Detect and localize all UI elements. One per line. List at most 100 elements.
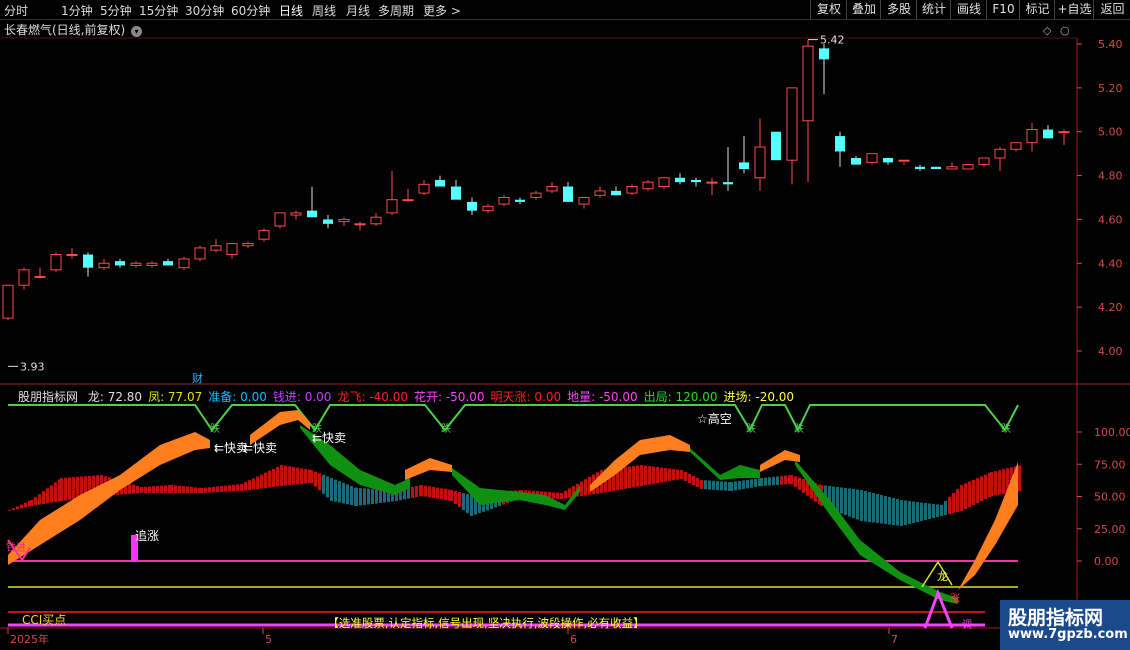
candle-body [530,192,542,199]
watermark-title: 股朋指标网 [1008,607,1104,629]
diamond-icon: ◇ [1043,24,1052,37]
band-bar [276,466,279,487]
band-bar [994,471,997,496]
orange-ribbon-5 [760,450,800,472]
band-bar [280,465,283,486]
band-bar [12,508,15,511]
band-bar [170,485,173,493]
band-bar [998,470,1001,495]
band-bar [38,494,41,505]
band-bar [30,500,33,506]
band-bar [704,480,707,490]
band-bar [746,479,749,489]
band-bar [76,476,79,499]
band-bar [292,467,295,485]
band-bar [148,486,151,493]
band-bar [128,483,131,494]
band-bar [840,487,843,514]
cai-label: 财 [192,371,203,385]
candle-body [706,181,718,184]
band-bar [730,482,733,491]
band-bar [136,485,139,494]
band-bar [584,479,587,496]
price-label-1: 5.20 [1098,82,1123,95]
band-bar [375,489,378,504]
band-bar [244,482,247,491]
band-bar [424,485,427,497]
band-bar [24,502,27,508]
candle-body [66,254,78,257]
qian-label: 钱进 [6,541,26,554]
band-bar [984,474,987,499]
candle-body [402,199,414,202]
band-bar [314,471,317,487]
indicator-value-7: 地量: -50.00 [567,390,638,404]
band-bar [440,488,443,500]
band-bar [684,472,687,481]
watermark-url: www.7gpzb.com [1008,627,1128,642]
zhuizhang-label: 追涨 [135,528,159,543]
band-bar [260,474,263,489]
candle-body [594,190,606,196]
ind-axis-label-1: 75.00 [1094,458,1126,471]
band-bar [672,469,675,481]
band-bar [696,478,699,487]
band-bar [444,489,447,500]
band-bar [784,475,787,485]
band-bar [72,477,75,500]
candle-body [435,179,445,187]
band-bar [204,487,207,493]
band-bar [240,484,243,491]
band-bar [458,492,461,507]
band-bar [640,465,643,486]
band-bar [916,502,919,522]
candle-body [642,181,654,190]
band-bar [326,476,329,498]
band-bar [34,497,37,506]
band-bar [668,468,671,482]
candle-body [739,162,749,169]
band-bar [1002,469,1005,494]
candle-body [754,146,766,179]
band-bar [50,485,53,503]
band-bar [896,499,899,526]
candle-body [898,159,910,162]
band-bar [660,467,663,483]
band-bar [556,492,559,499]
band-bar [304,469,307,484]
band-bar [964,483,967,509]
band-bar [836,487,839,512]
band-bar [1018,465,1021,492]
band-bar [224,485,227,492]
band-bar [355,488,358,506]
candle-body [242,243,254,247]
band-bar [712,480,715,490]
candle-body [978,157,990,166]
band-bar [300,468,303,484]
candle-body [146,262,158,266]
band-bar [960,485,963,511]
band-bar [60,478,63,501]
band-bar [948,497,951,514]
candle-body [98,262,110,269]
candle-body [307,210,317,218]
band-bar [186,486,189,493]
band-bar [42,491,45,504]
band-bar [232,484,235,492]
candle-body [691,179,701,183]
price-label-6: 4.20 [1098,301,1123,314]
band-bar [848,488,851,517]
band-bar [760,478,763,486]
band-bar [432,487,435,498]
band-bar [466,494,469,513]
candle-body [563,186,573,202]
band-bar [346,484,349,505]
band-bar [190,487,193,493]
exit-mark-0: 跌 [210,422,220,435]
band-bar [178,485,181,493]
band-bar [876,494,879,523]
band-bar [420,485,423,496]
band-bar [462,493,465,510]
indicator-value-4: 龙飞: -40.00 [337,390,408,404]
exit-mark-3: 跌 [746,422,756,435]
